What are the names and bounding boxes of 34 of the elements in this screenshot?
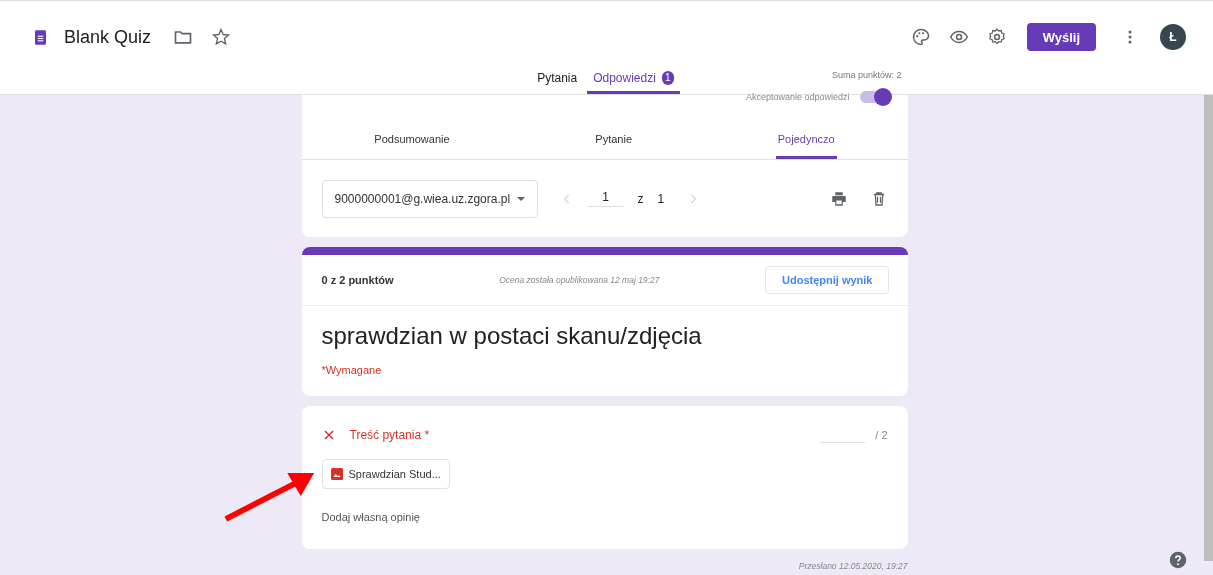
count-badge: 1 (661, 70, 674, 85)
scrollbar[interactable] (1204, 95, 1213, 561)
settings-icon[interactable] (986, 27, 1007, 47)
page-number-field[interactable]: 1 (587, 190, 624, 207)
tab[interactable]: Pojedynczo (775, 105, 837, 159)
star-icon[interactable] (211, 27, 232, 47)
respondent-dropdown[interactable]: 9000000001@g.wiea.uz.zgora.pl (321, 179, 538, 218)
form-heading: sprawdzian w postaci skanu/zdjęcia (320, 321, 703, 350)
page-of-label: z (637, 191, 644, 206)
score-text: 0 z 2 punktów (321, 274, 394, 286)
page-total: 1 (657, 191, 665, 206)
help-icon[interactable] (1169, 551, 1187, 569)
toggle-switch[interactable] (859, 91, 890, 103)
add-feedback-link[interactable]: Dodaj własną opinię (301, 489, 440, 549)
accepting-label: Akceptowanie odpowiedzi (745, 92, 850, 102)
share-result-button[interactable]: Udostępnij wynik (765, 266, 890, 294)
image-file-icon (330, 468, 343, 480)
required-note: *Wymagane (320, 363, 383, 378)
form-title: Blank Quiz (64, 26, 152, 48)
tab[interactable]: Pytanie (593, 105, 634, 159)
palette-icon[interactable] (910, 27, 931, 47)
total-points: Suma punktów: 2 (832, 70, 902, 80)
print-icon[interactable] (829, 189, 848, 208)
published-note: Ocena została opublikowana 12 maj 19:27 (499, 275, 660, 285)
send-button[interactable]: Wyślij (1026, 23, 1096, 51)
tab[interactable]: Pytania (531, 64, 584, 94)
tab[interactable]: Podsumowanie (372, 105, 452, 159)
form-document-icon (35, 29, 46, 45)
max-points: / 2 (875, 428, 888, 441)
caret-icon (516, 196, 525, 201)
file-attachment[interactable]: Sprawdzian Stud... (321, 459, 450, 489)
submitted-timestamp: Przesłano 12.05.2020, 19:27 (798, 561, 908, 571)
avatar[interactable]: Ł (1160, 24, 1186, 50)
question-title: Treść pytania * (349, 427, 430, 442)
